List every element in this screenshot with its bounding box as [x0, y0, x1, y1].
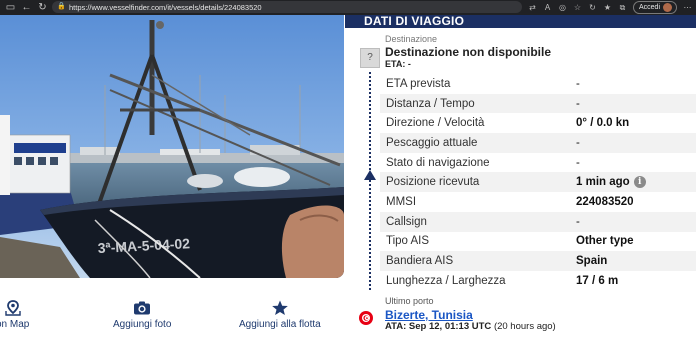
info-icon[interactable]: i	[633, 176, 646, 189]
detail-value: -	[576, 136, 580, 149]
detail-value: 0° / 0.0 kn	[576, 117, 630, 130]
last-port-link[interactable]: Bizerte, Tunisia	[385, 308, 473, 322]
collections-icon[interactable]: ⧉	[618, 3, 627, 12]
detail-label: Direzione / Velocità	[386, 117, 485, 130]
detail-value: -	[576, 215, 580, 228]
detail-row-draught: Pescaggio attuale -	[380, 133, 696, 153]
profile-button-label: Accedi	[638, 4, 660, 11]
detail-value: -	[576, 77, 580, 90]
lock-icon: 🔒	[57, 3, 66, 10]
favorites-bar-icon[interactable]: ★	[603, 3, 612, 12]
detail-label: Pescaggio attuale	[386, 136, 478, 149]
add-photo-label: Aggiungi foto	[113, 319, 172, 330]
detail-label: Stato di navigazione	[386, 156, 490, 169]
detail-label: Bandiera AIS	[386, 255, 454, 268]
detail-row-eta: ETA prevista -	[380, 74, 696, 94]
map-pin-icon	[4, 300, 21, 316]
profile-button[interactable]: Accedi	[632, 1, 677, 14]
add-to-fleet-label: Aggiungi alla flotta	[239, 319, 321, 330]
detail-value: -	[576, 97, 580, 110]
detail-value: 224083520	[576, 195, 634, 208]
detail-label: Callsign	[386, 215, 427, 228]
detail-row-distance-time: Distanza / Tempo -	[380, 93, 696, 114]
translate-icon[interactable]: ⇄	[528, 3, 537, 12]
refresh-ext-icon[interactable]: ↻	[588, 3, 597, 12]
section-title: DATI DI VIAGGIO	[364, 14, 465, 28]
destination-label: Destinazione	[385, 34, 438, 44]
detail-row-course-speed: Direzione / Velocità 0° / 0.0 kn	[380, 113, 696, 133]
detail-row-nav-status: Stato di navigazione -	[380, 153, 696, 173]
reader-icon[interactable]: A	[543, 3, 552, 12]
last-port-ata: ATA: Sep 12, 01:13 UTC (20 hours ago)	[385, 321, 556, 332]
avatar	[663, 3, 672, 12]
vessel-photo[interactable]: 3ª-MA-5-04-02	[0, 15, 344, 278]
last-port-label: Ultimo porto	[385, 296, 434, 306]
address-bar[interactable]: 🔒 https://www.vesselfinder.com/it/vessel…	[52, 1, 522, 13]
camera-icon	[134, 301, 151, 315]
add-to-fleet-button[interactable]: Aggiungi alla flotta	[239, 300, 321, 330]
detail-label: ETA prevista	[386, 77, 451, 90]
detail-value: -	[576, 156, 580, 169]
detail-row-ais-type: Tipo AIS Other type	[380, 232, 696, 252]
detail-value-wrapper: 1 min ago i	[576, 176, 646, 189]
destination-eta: ETA: -	[385, 59, 411, 69]
detail-row-length-beam: Lunghezza / Larghezza 17 / 6 m	[380, 271, 696, 291]
detail-label: Posizione ricevuta	[386, 176, 480, 189]
voyage-track-line	[369, 72, 371, 290]
last-port-ata-time: ATA: Sep 12, 01:13 UTC	[385, 321, 492, 332]
detail-label: Lunghezza / Larghezza	[386, 274, 506, 287]
track-arrow-icon	[364, 170, 376, 180]
view-on-map-button[interactable]: on Map	[0, 300, 29, 330]
detail-row-callsign: Callsign -	[380, 211, 696, 232]
tunisia-flag-icon	[359, 311, 373, 325]
browser-toolbar: ▭ ← ↻ ⌂ 🔒 https://www.vesselfinder.com/i…	[0, 0, 696, 15]
detail-label: Tipo AIS	[386, 235, 430, 248]
detail-value: 17 / 6 m	[576, 274, 619, 287]
detail-value: 1 min ago	[576, 176, 630, 189]
favorite-icon[interactable]: ☆	[573, 3, 582, 12]
view-on-map-label: on Map	[0, 319, 30, 330]
url-text: https://www.vesselfinder.com/it/vessels/…	[69, 2, 262, 12]
star-icon	[272, 300, 288, 315]
detail-row-mmsi: MMSI 224083520	[380, 192, 696, 212]
add-photo-button[interactable]: Aggiungi foto	[113, 300, 171, 330]
destination-value: Destinazione non disponibile	[385, 45, 552, 59]
reload-icon[interactable]: ↻	[37, 2, 48, 13]
detail-label: MMSI	[386, 195, 417, 208]
detail-value: Spain	[576, 255, 608, 268]
voyage-details-table: ETA prevista - Distanza / Tempo - Direzi…	[380, 74, 696, 291]
last-port-ata-ago: (20 hours ago)	[493, 321, 556, 332]
unknown-port-icon: ?	[360, 48, 380, 68]
tracking-icon[interactable]: ◎	[558, 3, 567, 12]
more-icon[interactable]: ⋯	[683, 3, 692, 12]
back-icon[interactable]: ←	[21, 2, 32, 13]
detail-row-position-received: Posizione ricevuta 1 min ago i	[380, 172, 696, 193]
detail-value: Other type	[576, 235, 634, 248]
tabs-icon[interactable]: ▭	[5, 2, 16, 13]
detail-label: Distanza / Tempo	[386, 97, 475, 110]
detail-row-ais-flag: Bandiera AIS Spain	[380, 251, 696, 271]
